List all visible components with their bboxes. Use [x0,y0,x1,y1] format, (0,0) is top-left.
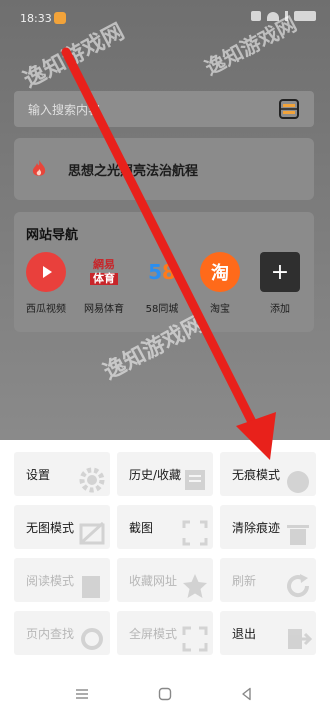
search-bar[interactable]: 输入搜索内容 [14,91,314,127]
menu-item-no-image[interactable]: 无图模式 [14,505,110,549]
menu-item-find-in-page[interactable]: 页内查找 [14,611,110,655]
menu-icon[interactable] [74,686,90,702]
menu-item-label: 历史/收藏 [129,468,182,482]
add-icon: + [260,252,300,292]
menu-item-reading-mode[interactable]: 阅读模式 [14,558,110,602]
menu-item-label: 无图模式 [26,521,75,535]
menu-item-history-bookmarks[interactable]: 历史/收藏 [117,452,213,496]
search-input[interactable]: 输入搜索内容 [28,101,100,118]
menu-item-bookmark-url[interactable]: 收藏网址 [117,558,213,602]
system-navigation-bar [0,668,330,720]
58-logo-icon: 58 [142,252,182,292]
exit-icon [288,629,312,649]
nav-item-label: 添加 [270,304,290,315]
status-time: 18:33 [20,12,52,25]
menu-item-clear-traces[interactable]: 清除痕迹 [220,505,316,549]
menu-item-exit[interactable]: 退出 [220,611,316,655]
news-card[interactable]: 思想之光照亮法治航程 [14,138,314,200]
menu-item-label: 清除痕迹 [232,521,281,535]
refresh-icon [287,574,310,598]
scan-icon[interactable] [278,98,300,120]
taobao-logo-icon: 淘 [200,252,240,292]
back-icon[interactable] [239,686,255,702]
clear-icon [287,525,309,545]
menu-item-screenshot[interactable]: 截图 [117,505,213,549]
gear-icon [79,467,105,493]
menu-item-refresh[interactable]: 刷新 [220,558,316,602]
menu-item-label: 设置 [26,468,51,482]
menu-item-label: 截图 [129,521,154,535]
nav-item-58[interactable]: 58 58同城 [136,252,188,315]
vibrate-icon [251,11,261,21]
menu-item-label: 全屏模式 [129,627,178,641]
netease-logo-icon: 網易 体育 [84,252,124,292]
find-icon [81,628,103,650]
site-nav-title: 网站导航 [26,228,79,243]
menu-item-label: 刷新 [232,574,257,588]
home-icon[interactable] [157,686,173,702]
screenshot-icon [182,520,208,546]
reading-icon [82,576,100,598]
nav-item-add[interactable]: + 添加 [254,252,306,315]
nav-item-label: 西瓜视频 [26,304,66,315]
menu-item-label: 阅读模式 [26,574,75,588]
fullscreen-icon [182,626,208,652]
history-icon [185,470,205,490]
nav-item-label: 淘宝 [210,304,230,315]
menu-grid: 设置 历史/收藏 无痕模式 无图模式 截图 清除痕迹 阅读模式 收藏网址 刷新 … [14,452,316,655]
battery-icon [294,11,316,21]
menu-item-label: 收藏网址 [129,574,178,588]
menu-item-label: 退出 [232,627,257,641]
no-image-icon [79,521,105,545]
nav-item-label: 网易体育 [84,304,124,315]
menu-item-label: 页内查找 [26,627,75,641]
58-logo-text: 58 [148,260,176,284]
menu-item-fullscreen[interactable]: 全屏模式 [117,611,213,655]
menu-item-incognito[interactable]: 无痕模式 [220,452,316,496]
nav-item-taobao[interactable]: 淘 淘宝 [194,252,246,315]
news-headline[interactable]: 思想之光照亮法治航程 [68,160,198,179]
notification-app-icon [54,12,66,24]
netease-logo-text-sub: 体育 [90,273,118,285]
flame-icon [32,160,46,176]
netease-logo-text: 網易 [93,258,115,271]
star-icon [183,574,207,598]
browser-home-page: 18:33 输入搜索内容 思想之光照亮法治航程 网站导航 西瓜视频 網易 体育 … [0,0,330,440]
nav-item-xigua[interactable]: 西瓜视频 [20,252,72,315]
site-navigation-panel: 网站导航 西瓜视频 網易 体育 网易体育 58 58同城 淘 淘宝 + 添加 [14,212,314,332]
xigua-logo-icon [26,252,66,292]
menu-item-settings[interactable]: 设置 [14,452,110,496]
menu-item-label: 无痕模式 [232,468,281,482]
incognito-icon [287,471,309,493]
nav-item-netease-sports[interactable]: 網易 体育 网易体育 [78,252,130,316]
